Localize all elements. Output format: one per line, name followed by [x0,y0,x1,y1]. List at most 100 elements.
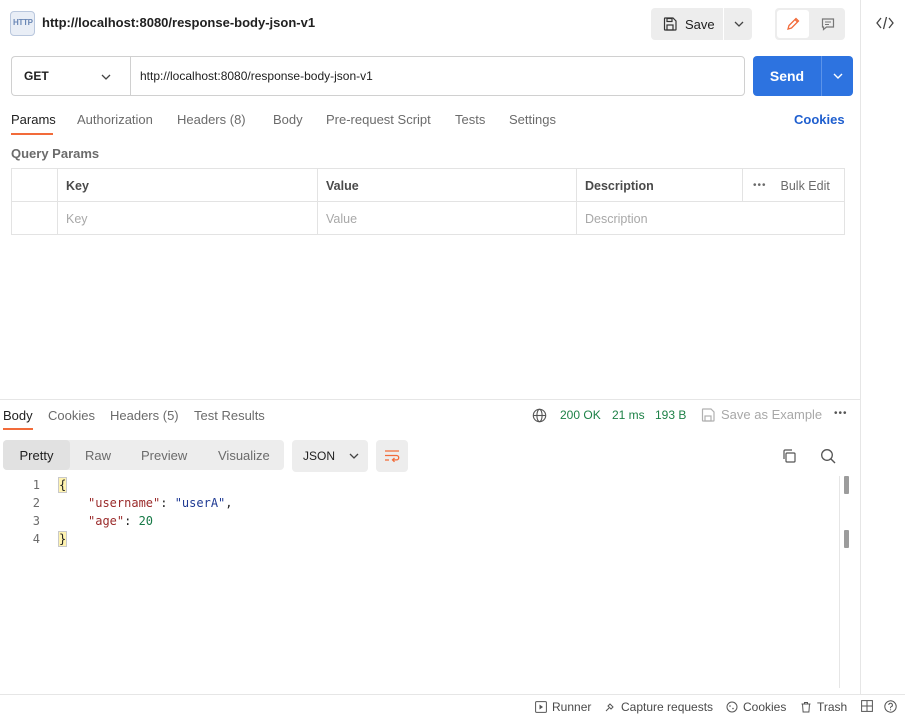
trash-button[interactable]: Trash [800,700,847,714]
send-button[interactable]: Send [753,56,821,96]
capture-requests-button[interactable]: Capture requests [604,700,713,714]
pencil-icon [787,17,800,30]
more-options-icon[interactable]: ••• [753,180,767,191]
table-header-row: Key Value Description ••• Bulk Edit [12,169,844,202]
scrollbar-marker[interactable] [844,476,849,494]
search-icon[interactable] [820,448,836,467]
bulk-edit-button[interactable]: Bulk Edit [781,179,830,193]
satellite-icon [605,703,614,712]
code-line[interactable]: } [58,531,68,547]
copy-icon[interactable] [781,448,797,467]
code-icon [876,16,894,30]
footer-cookies-label: Cookies [743,700,787,714]
query-params-title: Query Params [11,146,100,161]
json-key: "username" [88,496,161,510]
column-header-key: Key [57,169,317,202]
value-input[interactable]: Value [317,202,576,235]
word-wrap-button[interactable] [376,440,408,472]
view-visualize[interactable]: Visualize [218,440,270,470]
capture-requests-label: Capture requests [621,700,714,714]
save-label: Save [685,16,715,32]
request-title[interactable]: http://localhost:8080/response-body-json… [42,15,315,30]
runner-button[interactable]: Runner [535,700,591,714]
footer-cookies-button[interactable]: Cookies [726,700,786,714]
checkbox-column-header [12,169,57,202]
save-as-example-label: Save as Example [721,407,823,422]
save-as-example-button[interactable]: Save as Example [701,407,822,422]
line-number: 2 [32,496,40,510]
view-preview[interactable]: Preview [141,440,187,470]
method-label: GET [24,69,49,83]
url-input[interactable]: http://localhost:8080/response-body-json… [130,56,745,96]
cookie-icon [726,701,738,713]
save-icon [701,407,715,422]
response-size[interactable]: 193 B [655,408,686,422]
chevron-down-icon [833,73,842,79]
edit-mode-button[interactable] [777,10,809,38]
layout-toggle-icon[interactable] [861,700,873,715]
code-line[interactable]: { [58,477,68,493]
save-button[interactable]: Save [651,8,724,40]
row-checkbox-cell [12,202,57,235]
table-actions: ••• Bulk Edit [742,169,844,202]
response-time[interactable]: 21 ms [612,408,645,422]
tab-body[interactable]: Body [273,112,303,127]
comment-mode-button[interactable] [812,10,843,38]
save-dropdown[interactable] [725,8,752,40]
http-request-icon: HTTP [10,11,35,36]
table-row: Key Value Description [12,202,844,235]
code-snippet-button[interactable] [876,15,894,34]
open-brace: { [58,477,68,493]
save-icon [663,17,677,31]
column-header-value: Value [317,169,576,202]
tab-headers[interactable]: Headers (8) [177,112,246,127]
query-params-table: Key Value Description ••• Bulk Edit Key … [11,168,845,235]
comment-icon [821,18,834,31]
format-select[interactable]: JSON [292,440,368,472]
tab-authorization[interactable]: Authorization [77,112,153,127]
view-raw[interactable]: Raw [85,440,111,470]
wrap-lines-icon [385,450,400,463]
response-tab-test-results[interactable]: Test Results [194,408,265,423]
response-tab-body[interactable]: Body [3,408,33,423]
tab-params[interactable]: Params [11,112,56,127]
column-header-description: Description [576,169,742,202]
scrollbar-marker[interactable] [844,530,849,548]
save-button-group: Save [651,8,752,40]
key-input[interactable]: Key [57,202,317,235]
send-dropdown[interactable] [822,56,853,96]
code-line[interactable]: "username": "userA", [88,496,233,510]
format-label: JSON [303,449,336,463]
description-input[interactable]: Description [576,202,844,235]
json-key: "age" [88,514,125,528]
play-icon [535,701,547,713]
tab-pre-request-script[interactable]: Pre-request Script [326,112,431,127]
send-button-group: Send [753,56,853,96]
line-number: 3 [32,514,40,528]
chevron-down-icon [734,21,743,27]
close-brace: } [58,531,68,547]
chevron-down-icon [349,453,359,459]
response-tab-headers[interactable]: Headers (5) [110,408,179,423]
right-sidebar-divider [860,0,861,694]
help-icon[interactable] [884,700,897,716]
footer-divider [0,694,905,695]
response-view-selector: Pretty Raw Preview Visualize [3,440,284,470]
json-number-value: 20 [138,514,154,528]
method-select[interactable]: GET [11,56,131,96]
status-code[interactable]: 200 OK [560,408,601,422]
json-string-value: "userA" [174,496,226,510]
response-more-icon[interactable]: ••• [834,408,848,419]
globe-icon[interactable] [532,408,547,426]
trash-label: Trash [817,700,848,714]
view-mode-toggle [775,8,845,40]
response-tab-cookies[interactable]: Cookies [48,408,95,423]
cookies-link[interactable]: Cookies [794,112,845,127]
code-line[interactable]: "age": 20 [88,514,153,528]
runner-label: Runner [552,700,592,714]
pane-divider[interactable] [0,399,860,400]
tab-tests[interactable]: Tests [455,112,485,127]
view-pretty[interactable]: Pretty [3,440,70,470]
tab-settings[interactable]: Settings [509,112,556,127]
url-divider [130,66,131,86]
